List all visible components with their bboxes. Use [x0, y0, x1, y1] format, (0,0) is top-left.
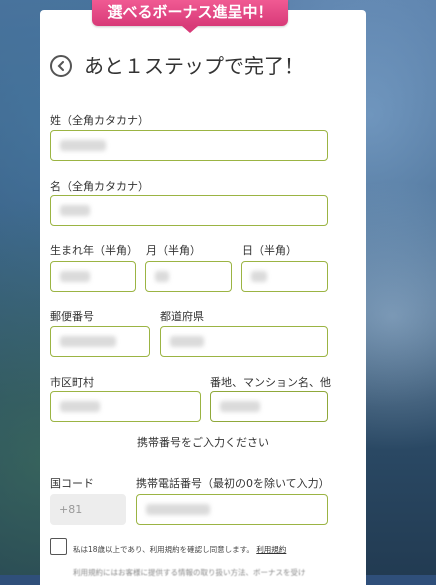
terms-link[interactable]: 利用規約	[256, 545, 286, 554]
first-name-label: 名（全角カタカナ）	[50, 180, 149, 193]
address-label: 番地、マンション名、他	[210, 376, 331, 389]
blurred-value	[251, 271, 267, 282]
birth-month-label: 月（半角）	[146, 244, 201, 257]
city-input[interactable]	[50, 391, 201, 422]
last-name-input[interactable]	[50, 130, 328, 161]
last-name-label: 姓（全角カタカナ）	[50, 114, 149, 127]
bonus-ribbon: 選べるボーナス進呈中！	[92, 0, 288, 26]
chevron-left-icon	[57, 61, 64, 71]
blurred-value	[220, 401, 260, 412]
blurred-value	[60, 140, 106, 151]
birth-day-input[interactable]	[241, 261, 328, 292]
city-label: 市区町村	[50, 376, 94, 389]
postal-code-label: 郵便番号	[50, 310, 94, 323]
blurred-value	[155, 271, 169, 282]
page-title: あと１ステップで完了！	[84, 54, 304, 78]
country-code-value: +81	[59, 503, 83, 516]
country-code-field: +81	[50, 494, 126, 525]
terms-description: 利用規約にはお客様に提供する情報の取り扱い方法、ボーナスを受け	[73, 568, 306, 577]
phone-label: 携帯電話番号（最初の0を除いて入力）	[136, 477, 330, 490]
ribbon-tip	[182, 26, 198, 33]
address-input[interactable]	[210, 391, 328, 422]
blurred-value	[146, 504, 210, 515]
prefecture-label: 都道府県	[160, 310, 204, 323]
phone-prompt: 携帯番号をご入力ください	[137, 436, 269, 449]
blurred-value	[60, 205, 90, 216]
birth-year-input[interactable]	[50, 261, 136, 292]
agreement-statement: 私は18歳以上であり、利用規約を確認し同意します。	[73, 545, 254, 554]
postal-code-input[interactable]	[50, 326, 150, 357]
agree-checkbox[interactable]	[50, 538, 67, 555]
birth-year-label: 生まれ年（半角）	[50, 244, 138, 257]
blurred-value	[60, 271, 90, 282]
birth-month-input[interactable]	[145, 261, 232, 292]
first-name-input[interactable]	[50, 195, 328, 226]
birth-day-label: 日（半角）	[242, 244, 297, 257]
prefecture-select[interactable]	[160, 326, 328, 357]
back-button[interactable]	[50, 55, 72, 77]
phone-input[interactable]	[136, 494, 328, 525]
agreement-text: 私は18歳以上であり、利用規約を確認し同意します。 利用規約	[73, 544, 286, 555]
blurred-value	[170, 336, 204, 347]
country-code-label: 国コード	[50, 477, 94, 490]
blurred-value	[60, 336, 116, 347]
blurred-value	[60, 401, 100, 412]
